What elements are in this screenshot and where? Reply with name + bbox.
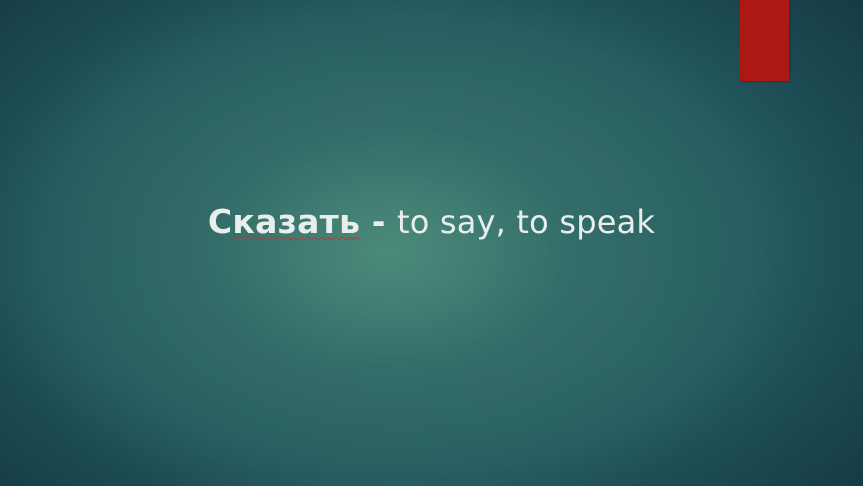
accent-bar bbox=[740, 0, 789, 81]
word-rest-spellcheck: казать bbox=[232, 202, 361, 241]
separator: - bbox=[360, 202, 397, 241]
slide-canvas: Сказать - to say, to speak bbox=[0, 0, 863, 486]
vocabulary-line[interactable]: Сказать - to say, to speak bbox=[0, 200, 863, 244]
word-initial: С bbox=[207, 202, 233, 241]
word-meaning: to say, to speak bbox=[396, 203, 656, 241]
vocabulary-word: Сказать bbox=[208, 202, 360, 241]
